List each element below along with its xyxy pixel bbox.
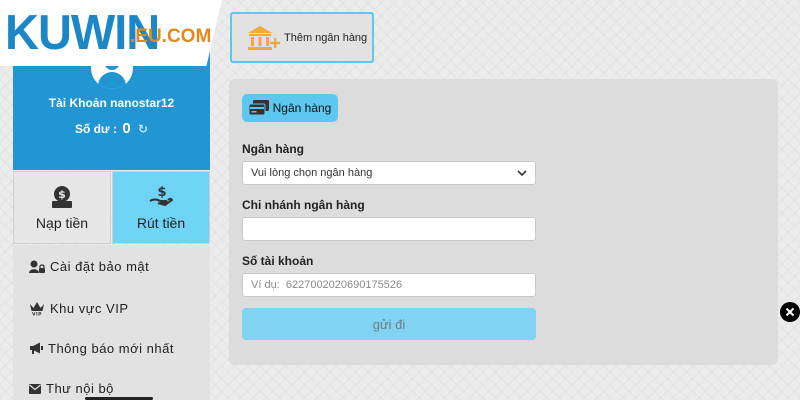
- branch-label: Chi nhánh ngân hàng: [242, 198, 365, 212]
- envelope-icon: [29, 383, 41, 394]
- sidebar-item-inbox[interactable]: Thư nội bộ: [29, 381, 114, 396]
- chevron-down-icon: [517, 169, 527, 176]
- balance-value: 0: [122, 120, 131, 137]
- account-name: Tài Khoản nanostar12: [13, 96, 210, 110]
- bank-label: Ngân hàng: [242, 142, 304, 156]
- add-bank-button[interactable]: Thêm ngân hàng: [230, 12, 374, 63]
- bank-plus-icon: [248, 25, 280, 50]
- sidebar-item-label: Thư nội bộ: [46, 381, 114, 396]
- refresh-icon[interactable]: ↻: [138, 122, 148, 136]
- sidebar-item-notifications[interactable]: Thông báo mới nhất: [29, 341, 174, 356]
- svg-text:VIP: VIP: [32, 312, 42, 317]
- hand-money-icon: $: [149, 185, 173, 206]
- submit-button[interactable]: gửi đi: [242, 308, 536, 340]
- vip-crown-icon: VIP: [30, 302, 44, 317]
- balance-row: Số dư : 0 ↻: [13, 120, 210, 137]
- deposit-button[interactable]: $ Nạp tiền: [13, 171, 111, 244]
- credit-card-icon: [248, 100, 269, 116]
- sidebar-item-vip[interactable]: VIP Khu vực VIP: [29, 300, 129, 316]
- close-icon: [785, 307, 795, 317]
- tab-bank-label: Ngân hàng: [272, 101, 332, 115]
- balance-label: Số dư :: [74, 122, 117, 136]
- account-number-input[interactable]: [242, 273, 536, 297]
- account-number-label: Số tài khoản: [242, 254, 314, 268]
- add-bank-label: Thêm ngân hàng: [284, 31, 368, 44]
- username: nanostar12: [110, 96, 175, 110]
- withdraw-button[interactable]: $ Rút tiền: [112, 171, 210, 244]
- sidebar-item-label: Thông báo mới nhất: [48, 341, 174, 356]
- svg-text:$: $: [157, 185, 166, 200]
- account-label: Tài Khoản: [48, 96, 107, 110]
- sidebar-item-security[interactable]: Cài đặt bảo mật: [29, 259, 149, 274]
- sidebar-item-label: Khu vực VIP: [50, 300, 129, 316]
- megaphone-icon: [30, 342, 43, 354]
- deposit-label: Nạp tiền: [35, 214, 89, 231]
- user-lock-icon: [29, 260, 45, 273]
- close-button[interactable]: [780, 302, 800, 322]
- sidebar-item-label: Cài đặt bảo mật: [50, 259, 150, 274]
- branch-input[interactable]: [242, 217, 536, 241]
- money-bag-icon: $: [52, 185, 72, 208]
- bank-select[interactable]: Vui lòng chọn ngân hàng: [242, 161, 536, 185]
- bank-select-value: Vui lòng chọn ngân hàng: [251, 167, 373, 179]
- svg-text:$: $: [58, 188, 66, 201]
- tab-bank[interactable]: Ngân hàng: [242, 94, 338, 122]
- withdraw-label: Rút tiền: [136, 214, 186, 231]
- logo-suffix-text: .EU.COM: [130, 26, 212, 47]
- site-logo[interactable]: KUWIN .EU.COM: [0, 0, 222, 66]
